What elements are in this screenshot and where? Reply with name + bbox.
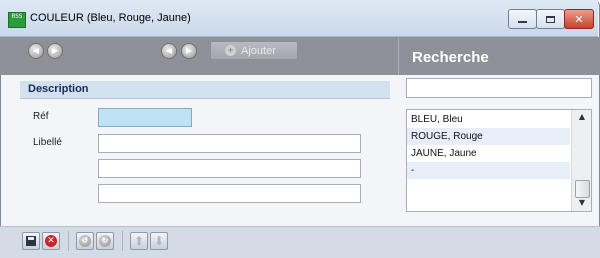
list-item[interactable]: JAUNE, Jaune — [407, 145, 570, 162]
refresh-forward-icon[interactable]: ▶ — [181, 43, 197, 59]
maximize-icon — [546, 15, 555, 23]
app-icon: RSS — [8, 12, 26, 28]
previous-record-icon[interactable]: ▶ — [47, 43, 63, 59]
move-down-button[interactable]: ⬇ — [150, 232, 168, 250]
libelle-label: Libellé — [33, 137, 62, 148]
close-icon: ✕ — [574, 12, 584, 26]
libelle-input-3[interactable] — [98, 184, 361, 203]
save-icon — [26, 236, 36, 246]
refresh-back-icon[interactable]: ◀ — [161, 43, 177, 59]
undo-button[interactable]: ↺ — [76, 232, 94, 250]
scroll-up-icon[interactable]: ▲ — [572, 110, 591, 124]
add-button[interactable]: + Ajouter — [210, 41, 298, 60]
libelle-input-1[interactable] — [98, 134, 361, 153]
add-icon: + — [225, 45, 236, 56]
window-title: COULEUR (Bleu, Rouge, Jaune) — [30, 12, 191, 24]
redo-button[interactable]: ↻ — [96, 232, 114, 250]
add-button-label: Ajouter — [241, 44, 276, 57]
close-button[interactable]: ✕ — [564, 9, 594, 29]
first-record-icon[interactable]: ◀ — [28, 43, 44, 59]
redo-icon: ↻ — [99, 235, 111, 247]
scroll-down-icon[interactable]: ▼ — [572, 196, 591, 210]
toolbar-separator — [68, 231, 69, 251]
search-heading: Recherche — [412, 49, 489, 66]
minimize-button[interactable] — [508, 9, 537, 29]
title-bar: RSS COULEUR (Bleu, Rouge, Jaune) ✕ — [0, 0, 598, 37]
toolbar-separator — [122, 231, 123, 251]
maximize-button[interactable] — [536, 9, 565, 29]
toolbar-divider — [398, 38, 399, 75]
toolbar — [0, 37, 600, 75]
arrow-down-icon: ⬇ — [153, 234, 165, 248]
move-up-button[interactable]: ⬆ — [130, 232, 148, 250]
list-item[interactable]: - — [407, 162, 570, 179]
undo-icon: ↺ — [79, 235, 91, 247]
ref-input[interactable] — [98, 108, 192, 127]
save-button[interactable] — [22, 232, 40, 250]
delete-button[interactable]: ✕ — [42, 232, 60, 250]
ref-label: Réf — [33, 111, 49, 122]
arrow-up-icon: ⬆ — [133, 234, 145, 248]
minimize-icon — [518, 21, 527, 23]
delete-icon: ✕ — [45, 235, 57, 247]
list-scrollbar[interactable]: ▲ ▼ — [571, 110, 591, 211]
list-item[interactable]: ROUGE, Rouge — [407, 128, 570, 145]
search-input[interactable] — [406, 78, 592, 98]
search-results-list: BLEU, Bleu ROUGE, Rouge JAUNE, Jaune - ▲… — [406, 109, 592, 212]
libelle-input-2[interactable] — [98, 159, 361, 178]
description-section-title: Description — [28, 83, 89, 95]
list-item[interactable]: BLEU, Bleu — [407, 111, 570, 128]
